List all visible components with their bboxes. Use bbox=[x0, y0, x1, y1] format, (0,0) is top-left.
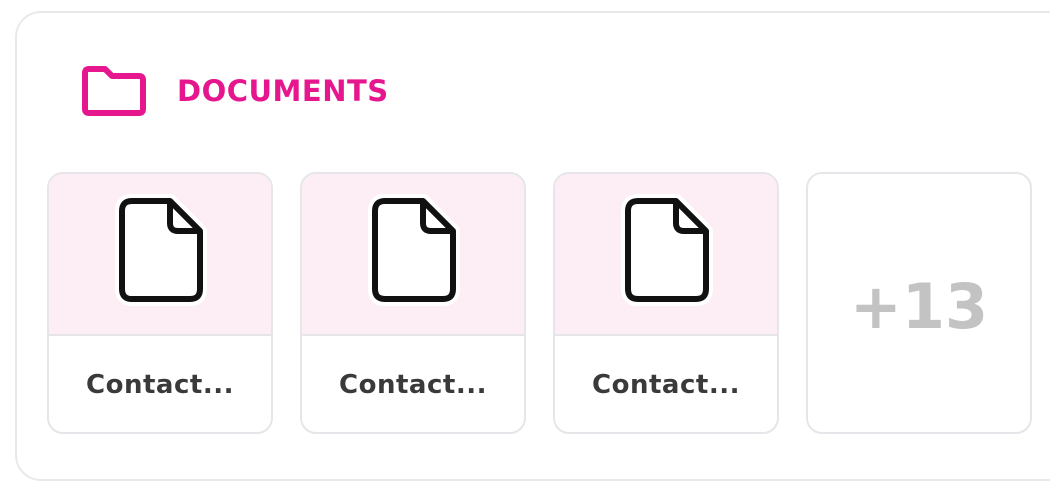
document-name: Contact... bbox=[86, 370, 234, 400]
document-thumbnail bbox=[302, 174, 524, 336]
document-card[interactable]: Contact... bbox=[300, 172, 526, 434]
file-icon bbox=[368, 194, 460, 306]
document-name: Contact... bbox=[339, 370, 487, 400]
file-icon bbox=[621, 194, 713, 306]
document-name: Contact... bbox=[592, 370, 740, 400]
folder-icon bbox=[82, 66, 146, 116]
more-count: +13 bbox=[849, 269, 989, 343]
section-title: DOCUMENTS bbox=[177, 74, 389, 108]
document-card[interactable]: Contact... bbox=[47, 172, 273, 434]
document-card[interactable]: Contact... bbox=[553, 172, 779, 434]
file-icon bbox=[115, 194, 207, 306]
more-documents-button[interactable]: +13 bbox=[806, 172, 1032, 434]
document-thumbnail bbox=[555, 174, 777, 336]
document-thumbnail bbox=[49, 174, 271, 336]
section-header: DOCUMENTS bbox=[81, 65, 389, 117]
